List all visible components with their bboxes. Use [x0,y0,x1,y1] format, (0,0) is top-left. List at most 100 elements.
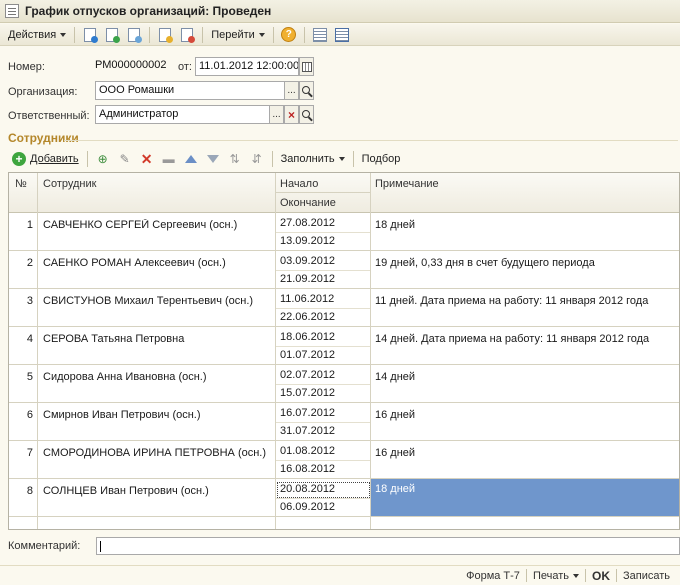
end-date-cell[interactable]: 15.07.2012 [276,385,371,403]
post-document-icon[interactable] [81,26,99,44]
employee-cell[interactable]: СМОРОДИНОВА ИРИНА ПЕТРОВНА (осн.) [39,447,275,459]
end-date-cell[interactable]: 22.06.2012 [276,309,371,327]
sort-descending-icon[interactable]: ⇵ [249,151,265,167]
end-date-cell[interactable]: 06.09.2012 [276,499,371,517]
start-date-cell[interactable]: 11.06.2012 [276,291,371,309]
start-date-cell[interactable]: 03.09.2012 [276,253,371,271]
row-number[interactable]: 2 [9,257,37,269]
row-number[interactable]: 8 [9,485,37,497]
employee-cell[interactable]: СВИСТУНОВ Михаил Терентьевич (осн.) [39,295,275,307]
start-date-cell[interactable]: 20.08.2012 [276,481,371,499]
end-date-cell[interactable]: 31.07.2012 [276,423,371,441]
row-number[interactable]: 7 [9,447,37,459]
date-label: от: [178,61,192,73]
end-date-cell[interactable]: 01.07.2012 [276,347,371,365]
form-t7-button[interactable]: Форма Т-7 [460,570,526,582]
save-button[interactable]: Записать [617,570,676,582]
organization-field[interactable]: ООО Ромашки [95,81,285,100]
col-start-header[interactable]: Начало [276,174,322,194]
table-row[interactable]: 5 Сидорова Анна Ивановна (осн.) 02.07.2012… [9,365,679,403]
table-row[interactable]: 4 СЕРОВА Татьяна Петровна 18.06.2012 01.07.… [9,327,679,365]
toolbar-separator [272,26,274,43]
create-based-on-icon[interactable] [156,26,174,44]
note-cell[interactable]: 16 дней [371,409,679,421]
employee-cell[interactable]: Сидорова Анна Ивановна (осн.) [39,371,275,383]
document-icon [5,4,19,18]
col-end-header[interactable]: Окончание [276,192,371,213]
col-employee-header[interactable]: Сотрудник [39,174,100,194]
row-number[interactable]: 1 [9,219,37,231]
end-date-cell[interactable]: 13.09.2012 [276,233,371,251]
table-row[interactable]: 3 СВИСТУНОВ Михаил Терентьевич (осн.) 11.0… [9,289,679,327]
selected-note-cell[interactable]: 18 дней [371,479,679,516]
refresh-icon[interactable] [125,26,143,44]
list-view-icon[interactable] [311,26,329,44]
clear-icon[interactable]: × [284,105,299,124]
settings-list-icon[interactable] [333,26,351,44]
start-date-cell[interactable]: 16.07.2012 [276,405,371,423]
toolbar-separator [86,151,88,167]
move-up-icon[interactable] [183,151,199,167]
toolbar-separator [352,151,354,167]
employee-cell[interactable]: Смирнов Иван Петрович (осн.) [39,409,275,421]
table-row[interactable]: 8 СОЛНЦЕВ Иван Петрович (осн.) 20.08.2012 0… [9,479,679,517]
edit-pencil-icon[interactable]: ✎ [117,151,133,167]
table-row[interactable]: 2 САЕНКО РОМАН Алексеевич (осн.) 03.09.201… [9,251,679,289]
table-row[interactable]: 6 Смирнов Иван Петрович (осн.) 16.07.2012 3… [9,403,679,441]
table-row[interactable]: 7 СМОРОДИНОВА ИРИНА ПЕТРОВНА (осн.) 01.08.… [9,441,679,479]
fill-menu[interactable]: Заполнить [277,149,349,169]
add-label: Добавить [30,153,79,165]
move-down-icon[interactable] [205,151,221,167]
organization-label: Организация: [8,86,78,98]
employee-cell[interactable]: СЕРОВА Татьяна Петровна [39,333,275,345]
sort-ascending-icon[interactable]: ⇅ [227,151,243,167]
comment-field[interactable] [96,537,680,555]
employee-cell[interactable]: САВЧЕНКО СЕРГЕЙ Сергеевич (осн.) [39,219,275,231]
goto-menu[interactable]: Перейти [207,25,269,45]
ellipsis-select-button[interactable]: ... [284,81,299,100]
structure-icon[interactable] [178,26,196,44]
ok-button[interactable]: OK [586,569,616,583]
col-num-header[interactable]: № [11,174,31,194]
col-note-header[interactable]: Примечание [371,174,443,194]
start-date-cell[interactable]: 18.06.2012 [276,329,371,347]
start-date-cell[interactable]: 02.07.2012 [276,367,371,385]
help-icon[interactable]: ? [280,26,298,44]
row-number[interactable]: 6 [9,409,37,421]
end-date-cell[interactable]: 16.08.2012 [276,461,371,479]
actions-menu[interactable]: Действия [4,25,70,45]
row-number[interactable]: 5 [9,371,37,383]
table-row[interactable]: 1 САВЧЕНКО СЕРГЕЙ Сергеевич (осн.) 27.08.2… [9,213,679,251]
command-bar: Действия Перейти ? [0,24,680,46]
row-number[interactable]: 4 [9,333,37,345]
add-button[interactable]: + Добавить [8,149,83,169]
start-date-cell[interactable]: 27.08.2012 [276,215,371,233]
end-edit-icon[interactable]: ▬ [161,151,177,167]
print-menu[interactable]: Печать [527,570,585,582]
unpost-document-icon[interactable] [103,26,121,44]
fill-label: Заполнить [280,153,335,165]
employee-cell[interactable]: САЕНКО РОМАН Алексеевич (осн.) [39,257,275,269]
responsible-field[interactable]: Администратор [95,105,270,124]
employees-table[interactable]: № Сотрудник Начало Окончание Примечание … [8,172,680,530]
employee-cell[interactable]: СОЛНЦЕВ Иван Петрович (осн.) [39,485,275,497]
row-number[interactable]: 3 [9,295,37,307]
calendar-icon[interactable] [299,57,314,76]
start-date-cell[interactable]: 01.08.2012 [276,443,371,461]
delete-icon[interactable]: ✕ [139,151,155,167]
note-cell[interactable]: 14 дней. Дата приема на работу: 11 январ… [371,333,679,345]
search-icon[interactable] [299,81,314,100]
date-field[interactable]: 11.01.2012 12:00:00 [195,57,299,76]
select-label: Подбор [361,153,401,165]
note-cell[interactable]: 16 дней [371,447,679,459]
ellipsis-select-button[interactable]: ... [269,105,284,124]
copy-row-icon[interactable]: ⊕ [95,151,111,167]
note-cell[interactable]: 11 дней. Дата приема на работу: 11 январ… [371,295,679,307]
end-date-cell[interactable]: 21.09.2012 [276,271,371,289]
chevron-down-icon [258,32,265,37]
note-cell[interactable]: 19 дней, 0,33 дня в счет будущего период… [371,257,679,269]
note-cell[interactable]: 18 дней [371,219,679,231]
search-icon[interactable] [299,105,314,124]
note-cell[interactable]: 14 дней [371,371,679,383]
select-button[interactable]: Подбор [358,149,405,169]
